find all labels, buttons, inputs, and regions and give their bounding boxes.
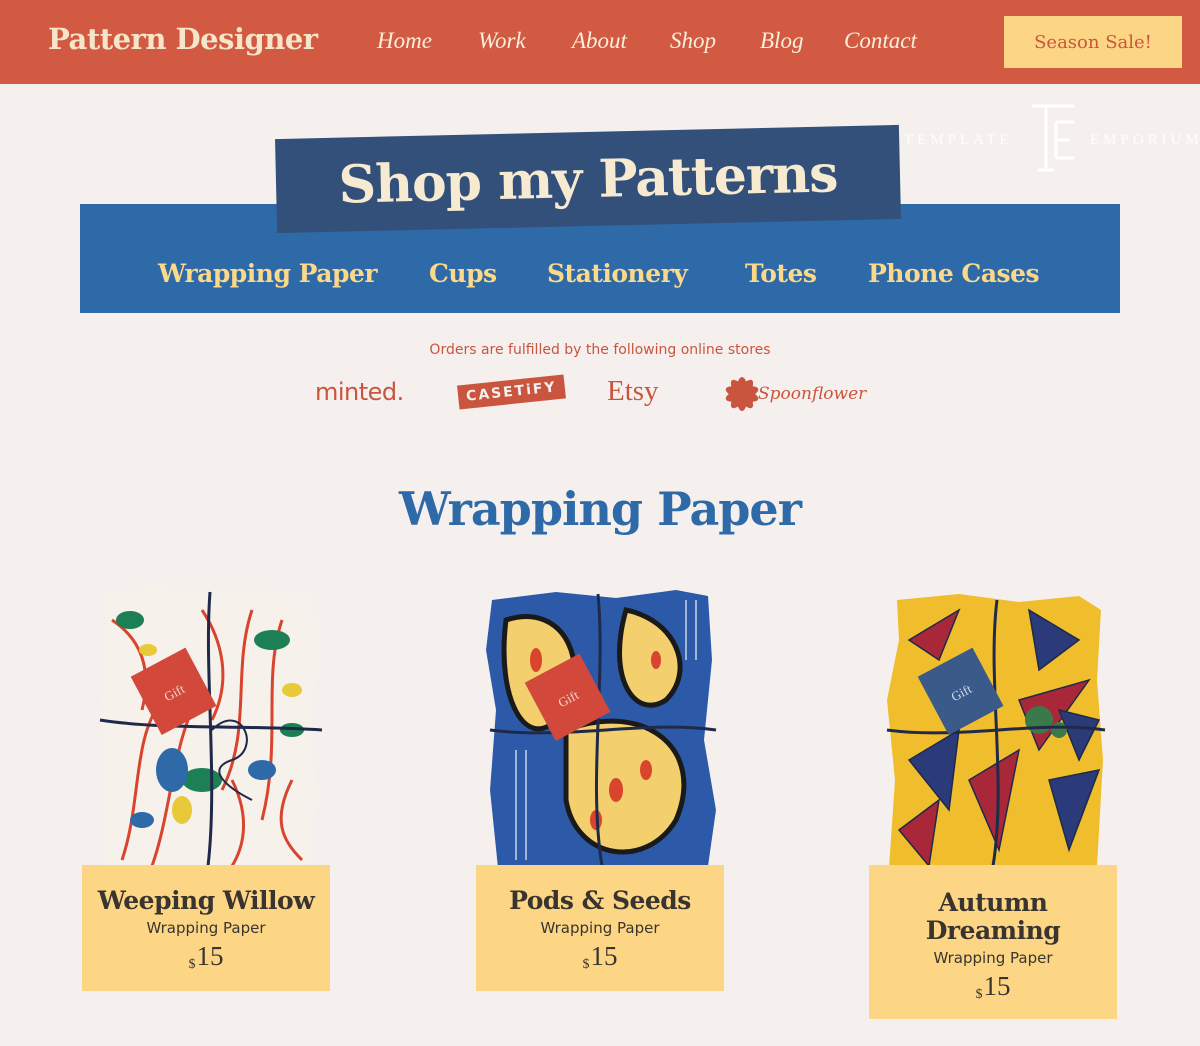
product-image[interactable]: Gift xyxy=(869,580,1129,870)
product-name: Autumn Dreaming xyxy=(925,888,1061,945)
watermark-text-right: EMPORIUM xyxy=(1090,132,1200,148)
watermark-monogram-icon xyxy=(1032,104,1074,172)
nav-about-link[interactable]: About xyxy=(572,28,627,54)
price-value: 15 xyxy=(196,941,224,971)
page-title-banner: Shop my Patterns xyxy=(275,124,901,234)
price-value: 15 xyxy=(590,941,618,971)
category-wrapping-paper-link[interactable]: Wrapping Paper xyxy=(158,259,378,288)
product-card-weeping-willow[interactable]: Gift Weeping Willow Wrapping Paper $15 xyxy=(82,580,342,1040)
category-totes-link[interactable]: Totes xyxy=(745,259,817,288)
store-casetify-logo[interactable]: CASETiFY xyxy=(457,374,566,410)
nav-work-link[interactable]: Work xyxy=(478,28,526,54)
section-title-wrapping-paper: Wrapping Paper xyxy=(399,482,802,536)
product-type: Wrapping Paper xyxy=(146,919,266,937)
price-currency: $ xyxy=(975,987,983,1002)
category-cups-link[interactable]: Cups xyxy=(429,259,497,288)
product-name: Weeping Willow xyxy=(97,886,315,915)
product-price: $15 xyxy=(877,971,1109,1003)
season-sale-button[interactable]: Season Sale! xyxy=(1004,16,1182,68)
product-image[interactable]: Gift xyxy=(82,580,342,870)
nav-shop-link[interactable]: Shop xyxy=(670,28,716,54)
price-currency: $ xyxy=(582,957,590,972)
nav-home-link[interactable]: Home xyxy=(377,28,432,54)
product-price: $15 xyxy=(90,941,322,973)
price-currency: $ xyxy=(188,957,196,972)
product-price: $15 xyxy=(484,941,716,973)
product-info: Pods & Seeds Wrapping Paper $15 xyxy=(476,865,724,991)
top-navigation-bar: Pattern Designer Home Work About Shop Bl… xyxy=(0,0,1200,84)
product-name: Pods & Seeds xyxy=(509,886,691,915)
product-type: Wrapping Paper xyxy=(540,919,660,937)
product-info: Autumn Dreaming Wrapping Paper $15 xyxy=(869,865,1117,1019)
nav-contact-link[interactable]: Contact xyxy=(844,28,917,54)
store-spoonflower-logo[interactable]: Spoonflower xyxy=(720,372,866,416)
nav-blog-link[interactable]: Blog xyxy=(760,28,803,54)
store-minted-logo[interactable]: minted. xyxy=(315,378,404,406)
product-info: Weeping Willow Wrapping Paper $15 xyxy=(82,865,330,991)
site-logo[interactable]: Pattern Designer xyxy=(48,22,318,56)
page-title: Shop my Patterns xyxy=(337,142,839,216)
product-type: Wrapping Paper xyxy=(933,949,1053,967)
store-etsy-logo[interactable]: Etsy xyxy=(607,375,659,408)
category-stationery-link[interactable]: Stationery xyxy=(547,259,688,288)
spoonflower-wordmark: Spoonflower xyxy=(758,384,867,404)
category-phone-cases-link[interactable]: Phone Cases xyxy=(868,259,1040,288)
stores-caption: Orders are fulfilled by the following on… xyxy=(429,342,771,358)
watermark-text-left: TEMPLATE xyxy=(904,132,1013,148)
price-value: 15 xyxy=(983,971,1011,1001)
product-card-pods-seeds[interactable]: Gift Pods & Seeds Wrapping Paper $15 xyxy=(476,580,736,1040)
product-card-autumn-dreaming[interactable]: Gift Autumn Dreaming Wrapping Paper $15 xyxy=(869,580,1129,1040)
product-image[interactable]: Gift xyxy=(476,580,736,870)
